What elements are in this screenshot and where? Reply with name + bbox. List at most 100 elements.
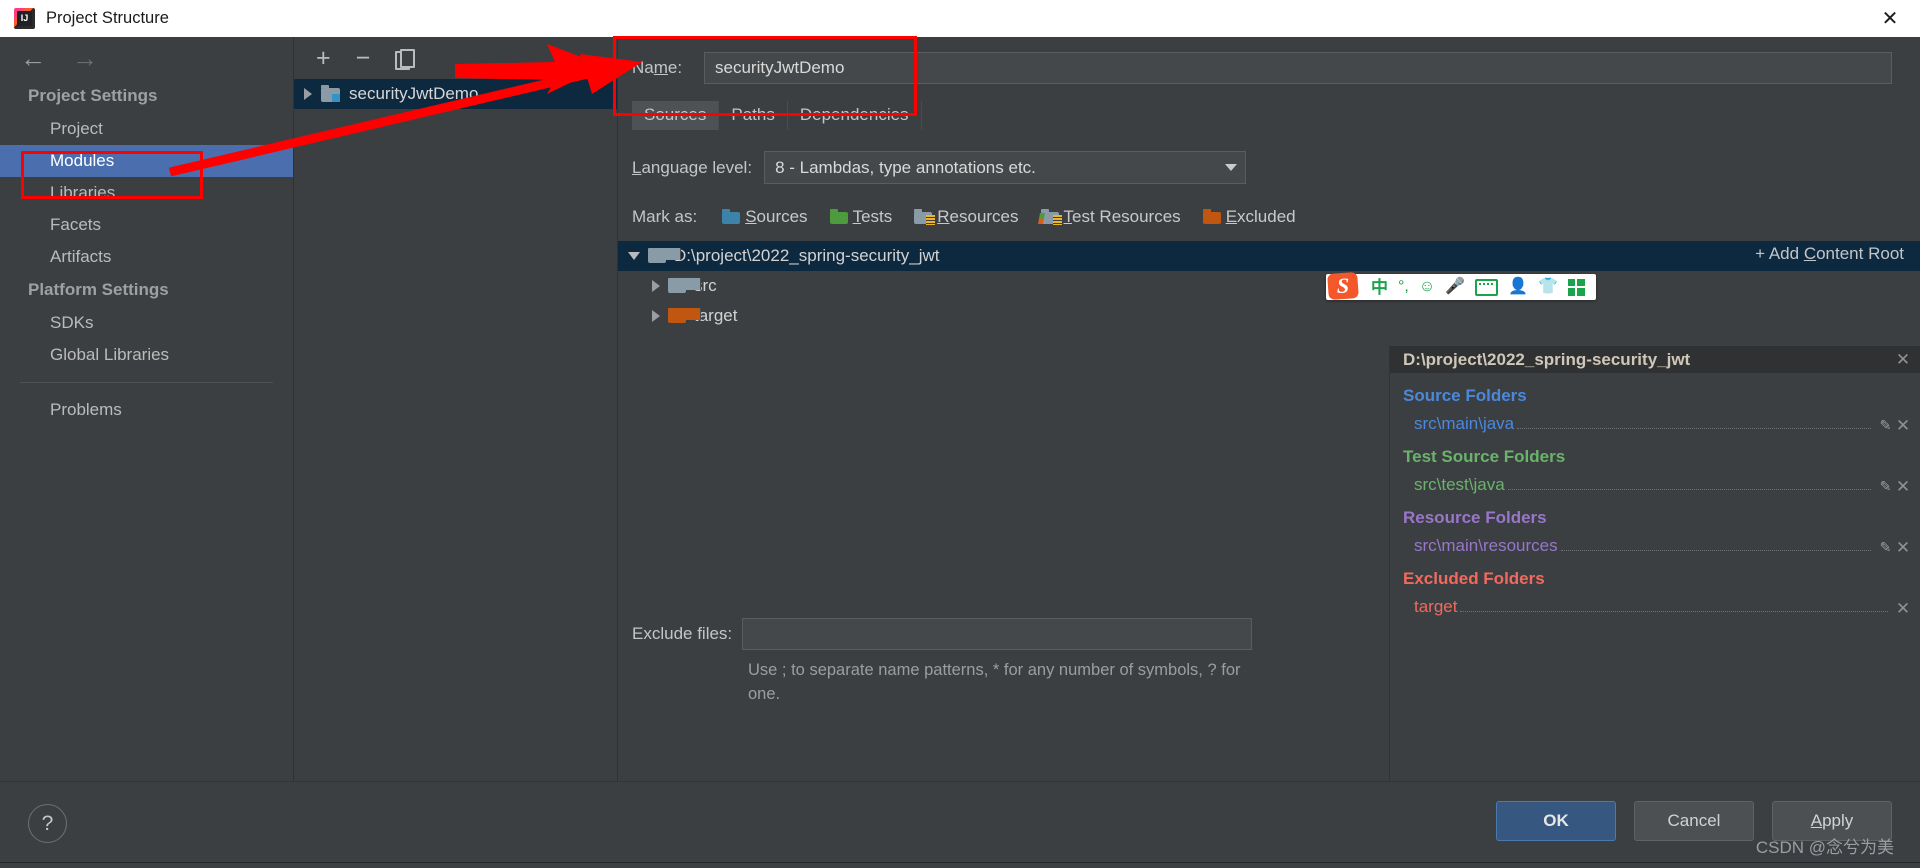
- folder-excluded-icon: [668, 308, 701, 323]
- details-folder-item[interactable]: src\main\java ✎ ✕: [1403, 408, 1920, 434]
- details-group-excluded-folders: Excluded Folders target ✕: [1390, 556, 1920, 617]
- ok-button[interactable]: OK: [1496, 801, 1616, 841]
- emoji-icon[interactable]: ☺: [1419, 279, 1435, 295]
- details-group-title: Test Source Folders: [1403, 447, 1566, 466]
- chevron-down-icon[interactable]: [1225, 164, 1238, 171]
- remove-icon[interactable]: ✕: [1894, 600, 1912, 617]
- remove-icon[interactable]: ✕: [1894, 417, 1912, 434]
- forward-arrow-icon[interactable]: →: [72, 45, 98, 71]
- mark-as-test-resources[interactable]: Test Resources: [1037, 207, 1181, 227]
- folder-icon: [648, 248, 681, 263]
- sidebar-item-global-libraries[interactable]: Global Libraries: [0, 339, 293, 371]
- module-editor-tabs: Sources Paths Dependencies: [618, 99, 1920, 131]
- details-group-resource-folders: Resource Folders src\main\resources ✎ ✕: [1390, 495, 1920, 556]
- details-folder-item[interactable]: src\main\resources ✎ ✕: [1403, 530, 1920, 556]
- details-folder-path: src\main\resources: [1414, 536, 1558, 555]
- copy-module-icon[interactable]: [395, 48, 416, 70]
- mark-as-resources[interactable]: Resources: [914, 207, 1019, 227]
- mark-as-excluded-label: Excluded: [1225, 207, 1296, 226]
- details-group-title: Excluded Folders: [1403, 569, 1545, 588]
- exclude-files-hint: Use ; to separate name patterns, * for a…: [748, 661, 1241, 703]
- folder-tests-icon: [829, 209, 848, 224]
- remove-icon[interactable]: ✕: [1894, 478, 1912, 495]
- keyboard-icon[interactable]: [1475, 278, 1499, 296]
- language-level-value: 8 - Lambdas, type annotations etc.: [775, 157, 1036, 177]
- sidebar-item-project[interactable]: Project: [0, 113, 293, 145]
- help-button[interactable]: ?: [28, 804, 67, 843]
- cancel-button[interactable]: Cancel: [1634, 801, 1754, 841]
- mark-as-tests-label: Tests: [852, 207, 893, 226]
- chinese-mode-icon[interactable]: 中: [1371, 279, 1388, 296]
- sidebar-item-artifacts[interactable]: Artifacts: [0, 241, 293, 273]
- toolbox-icon[interactable]: [1567, 278, 1585, 296]
- details-folder-item[interactable]: src\test\java ✎ ✕: [1403, 469, 1920, 495]
- details-group-title: Source Folders: [1403, 386, 1527, 405]
- dotted-leader: [1517, 427, 1871, 429]
- tab-dependencies[interactable]: Dependencies: [788, 101, 922, 130]
- tree-row-content-root[interactable]: D:\project\2022_spring-security_jwt: [618, 241, 1920, 271]
- mark-as-excluded[interactable]: Excluded: [1202, 207, 1296, 227]
- tab-paths[interactable]: Paths: [719, 101, 788, 130]
- folder-resources-icon: [914, 209, 936, 225]
- remove-module-button[interactable]: −: [356, 45, 371, 71]
- sidebar-item-libraries[interactable]: Libraries: [0, 177, 293, 209]
- sogou-logo-icon[interactable]: S: [1326, 271, 1360, 301]
- expand-triangle-icon[interactable]: [304, 88, 312, 100]
- collapse-triangle-icon[interactable]: [628, 252, 640, 260]
- module-editor-panel: Name: securityJwtDemo Sources Paths Depe…: [618, 37, 1920, 782]
- module-list-item[interactable]: securityJwtDemo: [294, 79, 617, 109]
- pencil-icon[interactable]: ✎: [1877, 417, 1894, 434]
- exclude-files-input[interactable]: [742, 618, 1253, 651]
- close-icon[interactable]: ✕: [1894, 351, 1912, 368]
- dialog-title: Project Structure: [46, 9, 169, 27]
- content-roots-tree: D:\project\2022_spring-security_jwt src …: [618, 241, 1920, 331]
- mark-as-label: Mark as:: [632, 207, 698, 226]
- tree-row-src[interactable]: src: [618, 271, 1920, 301]
- dialog-body: ← → Project Settings Project Modules Lib…: [0, 37, 1920, 782]
- name-label: Name:: [632, 58, 683, 77]
- folder-icon: [668, 278, 701, 293]
- pencil-icon[interactable]: ✎: [1877, 539, 1894, 556]
- add-content-root-button[interactable]: + Add Content Root: [1755, 244, 1904, 264]
- sidebar-item-modules[interactable]: Modules: [0, 145, 293, 177]
- sidebar-item-problems[interactable]: Problems: [0, 394, 293, 426]
- tree-row-target[interactable]: target: [618, 301, 1920, 331]
- tab-sources[interactable]: Sources: [632, 101, 720, 130]
- add-module-button[interactable]: +: [316, 45, 331, 71]
- dialog-footer: ? OK Cancel Apply CSDN @念兮为美: [0, 781, 1920, 862]
- sidebar-section-project-settings: Project Settings: [28, 86, 158, 105]
- microphone-icon[interactable]: 🎤: [1445, 279, 1465, 295]
- back-arrow-icon[interactable]: ←: [20, 45, 46, 71]
- content-root-details-panel: D:\project\2022_spring-security_jwt ✕ So…: [1389, 346, 1920, 782]
- sidebar-item-sdks[interactable]: SDKs: [0, 307, 293, 339]
- language-level-select[interactable]: 8 - Lambdas, type annotations etc.: [764, 151, 1247, 184]
- sidebar-section-platform-settings: Platform Settings: [28, 280, 169, 299]
- punctuation-icon[interactable]: °,: [1398, 279, 1409, 295]
- module-name-row: Name: securityJwtDemo: [618, 37, 1920, 99]
- details-header-path: D:\project\2022_spring-security_jwt: [1403, 349, 1691, 369]
- language-level-label: Language level:: [632, 157, 753, 177]
- details-folder-path: target: [1414, 597, 1458, 616]
- settings-sidebar: ← → Project Settings Project Modules Lib…: [0, 37, 294, 782]
- modules-toolbar: + −: [294, 37, 617, 79]
- language-level-row: Language level: 8 - Lambdas, type annota…: [618, 130, 1920, 184]
- expand-triangle-icon[interactable]: [652, 310, 660, 322]
- sidebar-nav-buttons: ← →: [0, 37, 293, 79]
- mark-as-tests[interactable]: Tests: [829, 207, 893, 227]
- dotted-leader: [1560, 549, 1871, 551]
- project-structure-dialog: IJ Project Structure ✕ ← → Project Setti…: [0, 0, 1920, 862]
- sidebar-item-facets[interactable]: Facets: [0, 209, 293, 241]
- skin-icon[interactable]: 👕: [1538, 279, 1558, 295]
- mark-as-sources[interactable]: Sources: [722, 207, 808, 227]
- sogou-ime-toolbar[interactable]: S 中 °, ☺ 🎤 👤 👕: [1326, 271, 1596, 301]
- details-folder-item[interactable]: target ✕: [1403, 591, 1920, 617]
- expand-triangle-icon[interactable]: [652, 280, 660, 292]
- sidebar-divider: [20, 382, 273, 383]
- details-group-test-source-folders: Test Source Folders src\test\java ✎ ✕: [1390, 434, 1920, 495]
- user-dictionary-icon[interactable]: 👤: [1508, 279, 1528, 295]
- module-name-label: securityJwtDemo: [349, 84, 479, 103]
- module-name-input[interactable]: securityJwtDemo: [704, 52, 1892, 84]
- remove-icon[interactable]: ✕: [1894, 539, 1912, 556]
- close-icon[interactable]: ✕: [1868, 2, 1912, 36]
- pencil-icon[interactable]: ✎: [1877, 478, 1894, 495]
